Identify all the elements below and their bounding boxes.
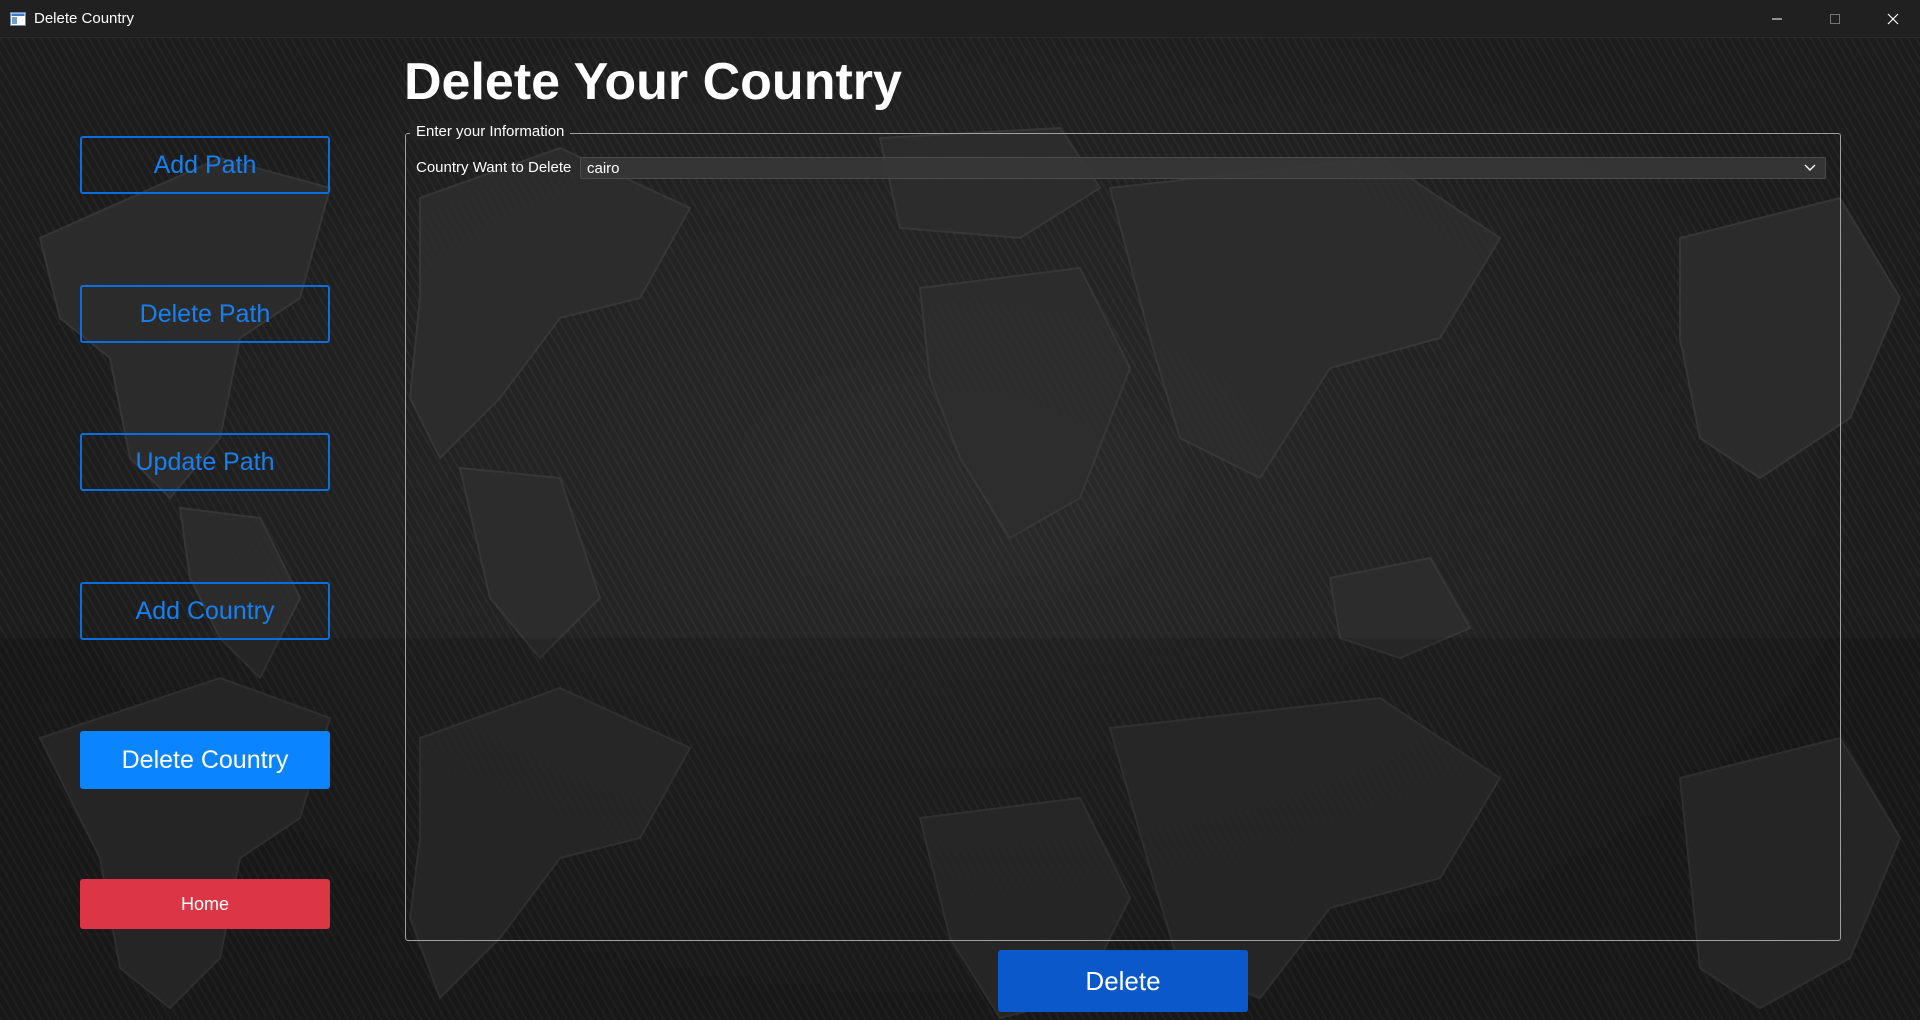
- close-icon: [1887, 13, 1899, 25]
- maximize-button[interactable]: [1806, 0, 1864, 38]
- page-title: Delete Your Country: [404, 53, 902, 111]
- country-select-value: cairo: [587, 160, 620, 177]
- country-field-label: Country Want to Delete: [416, 159, 572, 176]
- add-path-button[interactable]: Add Path: [80, 136, 330, 194]
- minimize-icon: [1772, 18, 1782, 20]
- country-select[interactable]: cairo: [580, 157, 1826, 179]
- minimize-button[interactable]: [1748, 0, 1806, 38]
- information-group-box: [405, 133, 1841, 941]
- delete-button[interactable]: Delete: [998, 950, 1248, 1012]
- maximize-icon: [1830, 14, 1840, 24]
- app-window: Delete Country Add Path Delete Path Upda…: [0, 0, 1920, 1020]
- window-title: Delete Country: [34, 10, 135, 27]
- delete-path-button[interactable]: Delete Path: [80, 285, 330, 343]
- chevron-down-icon: [1804, 164, 1816, 171]
- delete-country-button[interactable]: Delete Country: [80, 731, 330, 789]
- add-country-button[interactable]: Add Country: [80, 582, 330, 640]
- title-bar: Delete Country: [0, 0, 1920, 38]
- home-button[interactable]: Home: [80, 879, 330, 929]
- close-button[interactable]: [1864, 0, 1920, 38]
- group-box-legend: Enter your Information: [410, 123, 571, 140]
- app-window-icon: [10, 12, 26, 26]
- update-path-button[interactable]: Update Path: [80, 433, 330, 491]
